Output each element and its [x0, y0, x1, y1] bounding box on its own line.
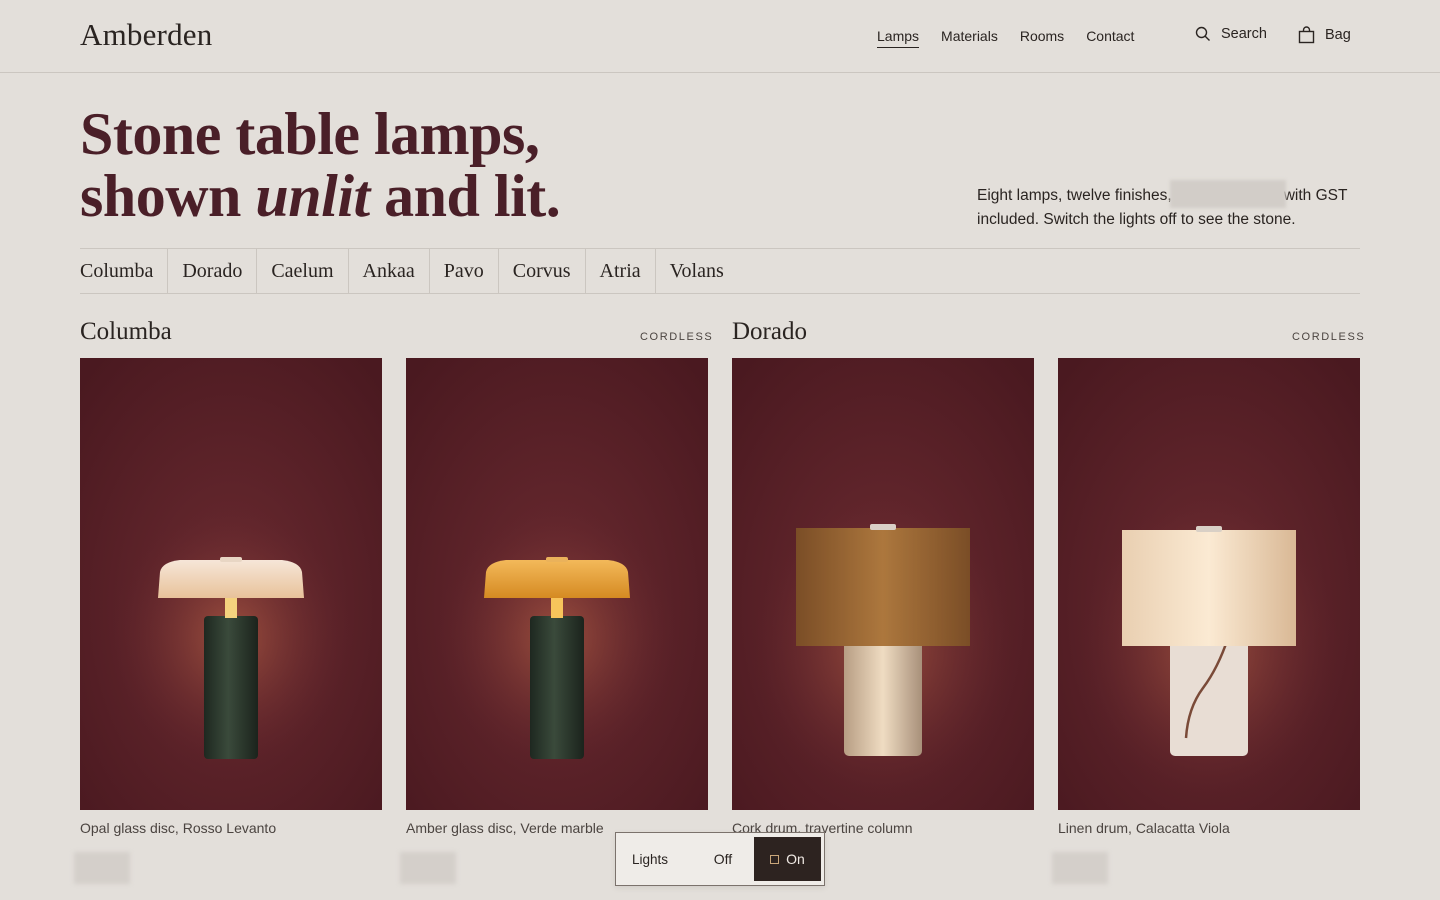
lights-on-icon: [770, 854, 780, 864]
headline-line-2-post: and lit.: [369, 163, 561, 229]
product-photo: [406, 358, 708, 810]
headline-line-2-pre: shown: [80, 163, 256, 229]
group-badge-dorado: CORDLESS: [1292, 331, 1366, 343]
search-label: Search: [1221, 26, 1267, 42]
group-title-dorado: Dorado: [732, 318, 807, 345]
product-photo: [732, 358, 1034, 810]
product-caption: Linen drum, Calacatta Viola: [1058, 820, 1230, 836]
bag-button[interactable]: Bag: [1298, 26, 1351, 44]
redacted-price: [1169, 180, 1286, 208]
product-photo: [80, 358, 382, 810]
nav-lamps[interactable]: Lamps: [877, 28, 920, 48]
lights-toggle: Lights Off On: [615, 832, 825, 886]
tab-pavo[interactable]: Pavo: [428, 249, 498, 293]
intro-text-a: Eight lamps, twelve finishes,: [977, 187, 1172, 204]
product-card-dorado-cork[interactable]: Cork drum, travertine column: [732, 358, 1034, 836]
nav-rooms[interactable]: Rooms: [1020, 28, 1064, 48]
product-caption: Opal glass disc, Rosso Levanto: [80, 820, 277, 836]
search-button[interactable]: Search: [1195, 26, 1267, 42]
lights-on-button[interactable]: On: [754, 837, 821, 881]
tab-dorado[interactable]: Dorado: [167, 249, 256, 293]
price-placeholder: [400, 852, 456, 884]
price-placeholder: [1052, 852, 1108, 884]
product-photo: [1058, 358, 1360, 810]
page-headline: Stone table lamps, shown unlit and lit.: [80, 101, 561, 229]
main-nav: Lamps Materials Rooms Contact: [877, 28, 1134, 48]
search-icon: [1195, 26, 1211, 42]
bag-label: Bag: [1325, 27, 1351, 43]
product-card-columba-amber[interactable]: Amber glass disc, Verde marble: [406, 358, 708, 836]
group-title-columba: Columba: [80, 318, 172, 345]
product-card-dorado-linen[interactable]: Linen drum, Calacatta Viola: [1058, 358, 1360, 836]
site-header: Amberden Lamps Materials Rooms Contact S…: [0, 0, 1440, 73]
tab-corvus[interactable]: Corvus: [497, 249, 585, 293]
tab-ankaa[interactable]: Ankaa: [347, 249, 429, 293]
nav-materials[interactable]: Materials: [941, 28, 998, 48]
lights-off-button[interactable]: Off: [692, 851, 754, 867]
tab-volans[interactable]: Volans: [654, 249, 738, 293]
tab-caelum[interactable]: Caelum: [256, 249, 347, 293]
tab-atria[interactable]: Atria: [584, 249, 655, 293]
lights-on-label: On: [786, 851, 805, 867]
lamp-tabs: Columba Dorado Caelum Ankaa Pavo Corvus …: [80, 248, 1360, 294]
headline-emphasis: unlit: [255, 163, 370, 229]
group-badge-columba: CORDLESS: [640, 331, 714, 343]
bag-icon: [1298, 26, 1315, 44]
brand-logo[interactable]: Amberden: [80, 17, 212, 53]
lights-toggle-label: Lights: [632, 851, 669, 867]
intro-text: Eight lamps, twelve finishes, with GST in…: [977, 180, 1367, 231]
tab-columba[interactable]: Columba: [80, 249, 167, 293]
nav-contact[interactable]: Contact: [1086, 28, 1134, 48]
price-placeholder: [74, 852, 130, 884]
headline-line-1: Stone table lamps,: [80, 101, 540, 167]
product-card-columba-opal[interactable]: Opal glass disc, Rosso Levanto: [80, 358, 382, 836]
